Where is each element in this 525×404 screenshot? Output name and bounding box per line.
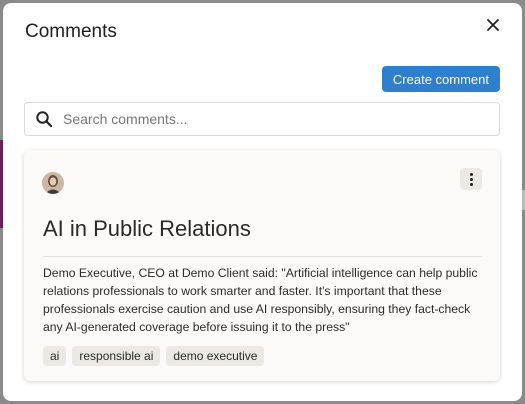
comment-menu-button[interactable] [460,168,482,190]
comments-modal: Comments Create comment AI [3,3,522,401]
search-box[interactable] [24,102,500,136]
search-icon [36,111,53,128]
tag-chip[interactable]: demo executive [166,346,265,366]
tag-chip[interactable]: responsible ai [72,346,161,366]
divider [43,256,482,257]
create-comment-button[interactable]: Create comment [381,66,500,92]
search-input[interactable] [63,104,499,134]
comment-body: Demo Executive, CEO at Demo Client said:… [43,266,478,334]
close-button[interactable] [482,15,504,37]
more-vertical-icon [469,172,473,176]
close-icon [487,19,499,31]
comment-card: AI in Public Relations Demo Executive, C… [24,150,500,381]
tag-chip[interactable]: ai [43,346,67,366]
comment-title: AI in Public Relations [43,216,251,241]
avatar[interactable] [42,172,64,194]
tag-list: ai responsible ai demo executive [43,346,265,366]
modal-title: Comments [25,21,117,42]
avatar-image [42,172,64,194]
modal-header: Comments [25,19,506,45]
